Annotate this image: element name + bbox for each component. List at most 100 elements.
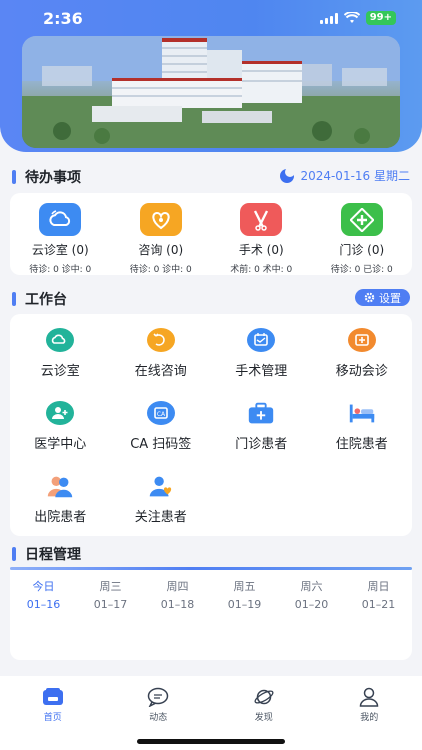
- cloud-consult-icon: [39, 203, 82, 236]
- online-consult-icon: [146, 327, 176, 353]
- surgery-manage-icon: [246, 327, 276, 353]
- current-date: 2024-01-16 星期二: [300, 169, 410, 183]
- settings-button[interactable]: 设置: [355, 289, 410, 306]
- signal-icon: [319, 12, 338, 24]
- header-background: 2:36 99+: [0, 0, 422, 152]
- workbench-item-inpatient[interactable]: 住院患者: [312, 400, 413, 473]
- workbench-item-label: 在线咨询: [134, 364, 187, 379]
- schedule-day[interactable]: 周五 01–19: [211, 570, 278, 611]
- followed-patients-icon: [146, 473, 176, 499]
- schedule-section-title: 日程管理: [12, 544, 81, 564]
- workbench-item-online-consult[interactable]: 在线咨询: [111, 327, 212, 400]
- pending-item-surgery[interactable]: 手术 (0) 术前: 0 术中: 0: [211, 193, 312, 275]
- day-date: 01–20: [294, 598, 329, 611]
- schedule-day-today[interactable]: 今日 01–16: [10, 570, 77, 611]
- workbench-item-mobile-consult[interactable]: 移动会诊: [312, 327, 413, 400]
- discharged-icon: [45, 473, 75, 499]
- day-name: 周日: [367, 580, 390, 593]
- status-time: 2:36: [43, 9, 83, 28]
- workbench-item-label: 手术管理: [235, 364, 288, 379]
- pending-section-title: 待办事项: [12, 167, 81, 187]
- tab-label: 首页: [43, 713, 62, 723]
- workbench-item-label: 关注患者: [134, 510, 187, 525]
- workbench-item-label: 医学中心: [34, 437, 87, 452]
- schedule-day[interactable]: 周六 01–20: [278, 570, 345, 611]
- day-name: 周六: [300, 580, 323, 593]
- workbench-title: 工作台: [25, 292, 67, 308]
- pending-item-counts: 待诊: 0 已诊: 0: [330, 265, 393, 275]
- workbench-section-title: 工作台: [12, 289, 67, 309]
- tab-label: 发现: [254, 713, 273, 723]
- workbench-item-medical-center[interactable]: 医学中心: [10, 400, 111, 473]
- outpatient-patients-icon: [246, 400, 276, 426]
- pending-card: 云诊室 (0) 待诊: 0 诊中: 0 咨询 (0) 待诊: 0 诊中: 0 手…: [10, 193, 412, 275]
- day-date: 01–18: [160, 598, 195, 611]
- pending-item-label: 咨询 (0): [138, 243, 184, 257]
- home-icon: [42, 688, 63, 705]
- day-name: 周四: [166, 580, 189, 593]
- workbench-item-cloud-room[interactable]: 云诊室: [10, 327, 111, 400]
- workbench-item-label: 门诊患者: [235, 437, 288, 452]
- workbench-item-label: 云诊室: [40, 364, 80, 379]
- pending-item-label: 门诊 (0): [339, 243, 385, 257]
- section-accent-bar: [12, 170, 16, 184]
- mobile-consult-icon: [347, 327, 377, 353]
- workbench-item-discharged[interactable]: 出院患者: [10, 473, 111, 546]
- pending-title: 待办事项: [25, 170, 81, 186]
- inpatient-icon: [347, 400, 377, 426]
- planet-icon: [254, 689, 274, 705]
- pending-item-counts: 待诊: 0 诊中: 0: [129, 265, 192, 275]
- day-date: 01–21: [361, 598, 396, 611]
- pending-item-consult[interactable]: 咨询 (0) 待诊: 0 诊中: 0: [111, 193, 212, 275]
- schedule-days: 今日 01–16 周三 01–17 周四 01–18 周五 01–19 周六 0…: [10, 570, 412, 611]
- status-icons: 99+: [319, 11, 396, 25]
- day-date: 01–19: [227, 598, 262, 611]
- section-accent-bar: [12, 292, 16, 306]
- pending-item-cloud-room[interactable]: 云诊室 (0) 待诊: 0 诊中: 0: [10, 193, 111, 275]
- day-date: 01–17: [93, 598, 128, 611]
- workbench-item-label: CA 扫码签: [130, 437, 192, 452]
- workbench-item-label: 出院患者: [34, 510, 87, 525]
- cloud-room-icon: [45, 327, 75, 353]
- pending-item-counts: 术前: 0 术中: 0: [230, 265, 293, 275]
- tab-label: 我的: [360, 713, 379, 723]
- workbench-item-surgery-manage[interactable]: 手术管理: [211, 327, 312, 400]
- pending-item-counts: 待诊: 0 诊中: 0: [29, 265, 92, 275]
- pending-item-outpatient[interactable]: 门诊 (0) 待诊: 0 已诊: 0: [312, 193, 413, 275]
- date-display[interactable]: 2024-01-16 星期二: [280, 166, 410, 184]
- ca-scan-icon: CA: [146, 400, 176, 426]
- chat-bubble-icon: [148, 687, 169, 707]
- hospital-banner-image[interactable]: [22, 36, 400, 148]
- pending-item-label: 云诊室 (0): [31, 243, 89, 257]
- settings-label: 设置: [379, 291, 401, 305]
- workbench-item-label: 住院患者: [335, 437, 388, 452]
- pending-item-label: 手术 (0): [238, 243, 284, 257]
- home-indicator[interactable]: [137, 739, 285, 744]
- medical-center-icon: [45, 400, 75, 426]
- day-name: 周五: [233, 580, 256, 593]
- workbench-item-label: 移动会诊: [335, 364, 388, 379]
- surgery-tools-icon: [240, 203, 283, 236]
- svg-text:CA: CA: [157, 411, 166, 418]
- consult-heart-icon: [139, 203, 182, 236]
- day-name: 今日: [32, 580, 55, 593]
- schedule-card: 今日 01–16 周三 01–17 周四 01–18 周五 01–19 周六 0…: [10, 570, 412, 660]
- moon-icon: [280, 166, 296, 183]
- day-date: 01–16: [26, 598, 61, 611]
- schedule-day[interactable]: 周日 01–21: [345, 570, 412, 611]
- battery-indicator: 99+: [365, 11, 396, 25]
- tab-home[interactable]: 首页: [0, 676, 106, 750]
- schedule-day[interactable]: 周四 01–18: [144, 570, 211, 611]
- tab-me[interactable]: 我的: [317, 676, 422, 750]
- schedule-title: 日程管理: [25, 547, 81, 563]
- user-icon: [359, 687, 379, 707]
- workbench-item-outpatient-patients[interactable]: 门诊患者: [211, 400, 312, 473]
- section-accent-bar: [12, 547, 16, 561]
- workbench-card: 云诊室 在线咨询 手术管理 移动会诊 医学中心 CA CA 扫码签 门诊患者 住…: [10, 314, 412, 536]
- day-name: 周三: [99, 580, 122, 593]
- workbench-item-followed-patients[interactable]: 关注患者: [111, 473, 212, 546]
- tab-label: 动态: [149, 713, 168, 723]
- workbench-item-ca-scan[interactable]: CA CA 扫码签: [111, 400, 212, 473]
- schedule-day[interactable]: 周三 01–17: [77, 570, 144, 611]
- gear-icon: [364, 292, 375, 303]
